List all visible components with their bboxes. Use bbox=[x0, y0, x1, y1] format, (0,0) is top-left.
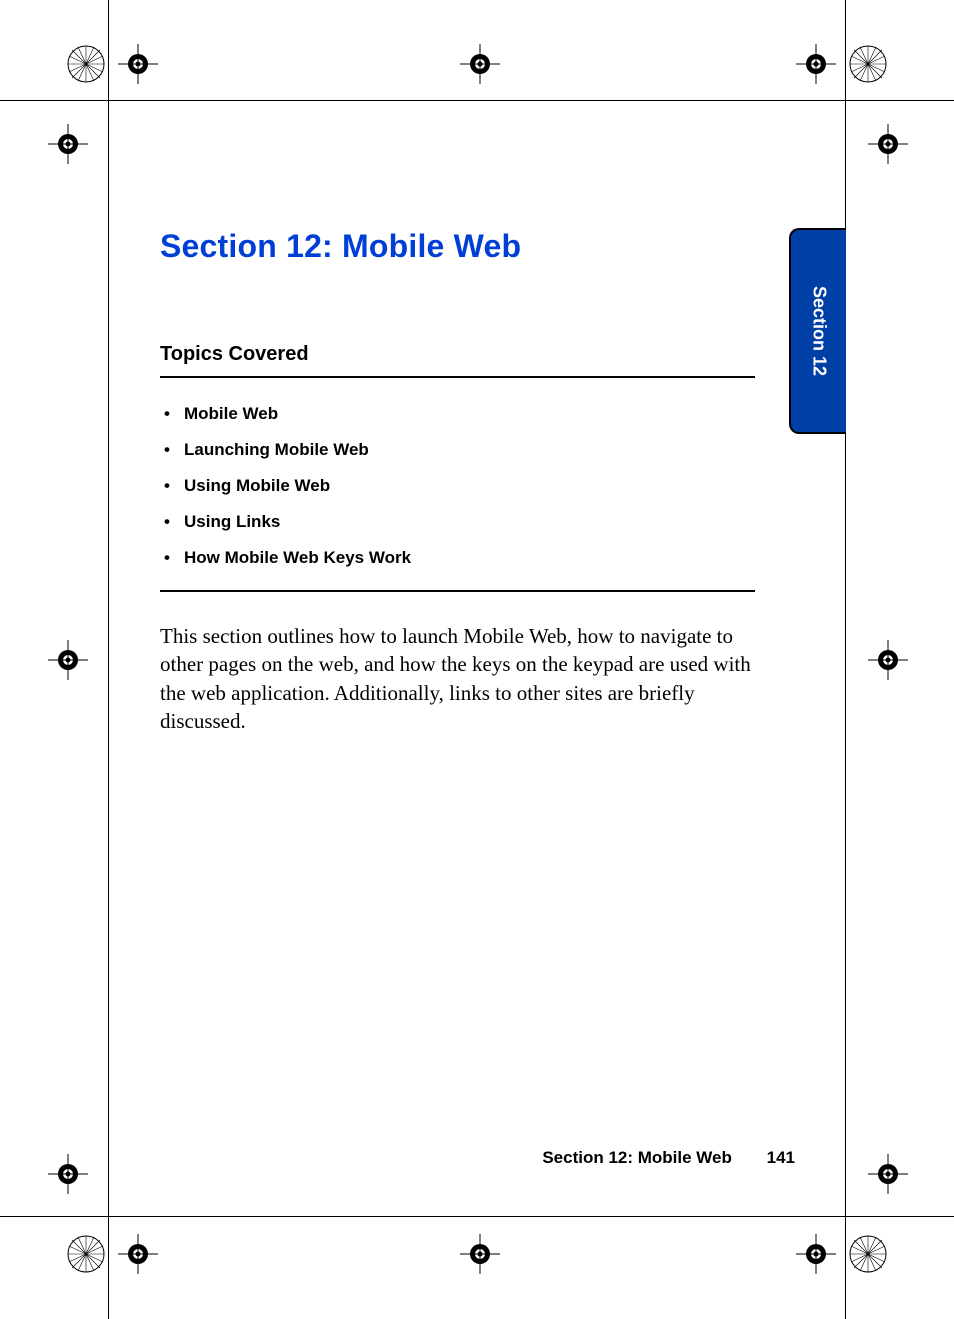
list-item: Using Mobile Web bbox=[160, 476, 760, 496]
crop-line-top bbox=[0, 100, 954, 101]
divider bbox=[160, 590, 755, 592]
registration-mark-icon bbox=[66, 1234, 106, 1274]
registration-mark-icon bbox=[848, 1234, 888, 1274]
registration-mark-icon bbox=[48, 1154, 88, 1194]
page-footer: Section 12: Mobile Web 141 bbox=[160, 1148, 795, 1168]
registration-mark-icon bbox=[868, 640, 908, 680]
registration-mark-icon bbox=[868, 124, 908, 164]
crop-line-bottom bbox=[0, 1216, 954, 1217]
registration-mark-icon bbox=[48, 124, 88, 164]
section-tab: Section 12 bbox=[789, 228, 846, 434]
crop-line-right bbox=[845, 0, 846, 1319]
registration-mark-icon bbox=[460, 1234, 500, 1274]
list-item: Using Links bbox=[160, 512, 760, 532]
divider bbox=[160, 376, 755, 378]
list-item: Mobile Web bbox=[160, 404, 760, 424]
page-number: 141 bbox=[767, 1148, 795, 1167]
crop-line-left bbox=[108, 0, 109, 1319]
registration-mark-icon bbox=[118, 1234, 158, 1274]
topics-list: Mobile Web Launching Mobile Web Using Mo… bbox=[160, 404, 760, 568]
registration-mark-icon bbox=[848, 44, 888, 84]
registration-mark-icon bbox=[48, 640, 88, 680]
topics-heading: Topics Covered bbox=[160, 343, 760, 366]
registration-mark-icon bbox=[118, 44, 158, 84]
section-tab-label: Section 12 bbox=[808, 286, 829, 376]
footer-label: Section 12: Mobile Web bbox=[542, 1148, 732, 1167]
registration-mark-icon bbox=[868, 1154, 908, 1194]
page-title: Section 12: Mobile Web bbox=[160, 228, 760, 265]
registration-mark-icon bbox=[796, 44, 836, 84]
registration-mark-icon bbox=[460, 44, 500, 84]
list-item: Launching Mobile Web bbox=[160, 440, 760, 460]
intro-paragraph: This section outlines how to launch Mobi… bbox=[160, 622, 760, 735]
registration-mark-icon bbox=[796, 1234, 836, 1274]
list-item: How Mobile Web Keys Work bbox=[160, 548, 760, 568]
registration-mark-icon bbox=[66, 44, 106, 84]
